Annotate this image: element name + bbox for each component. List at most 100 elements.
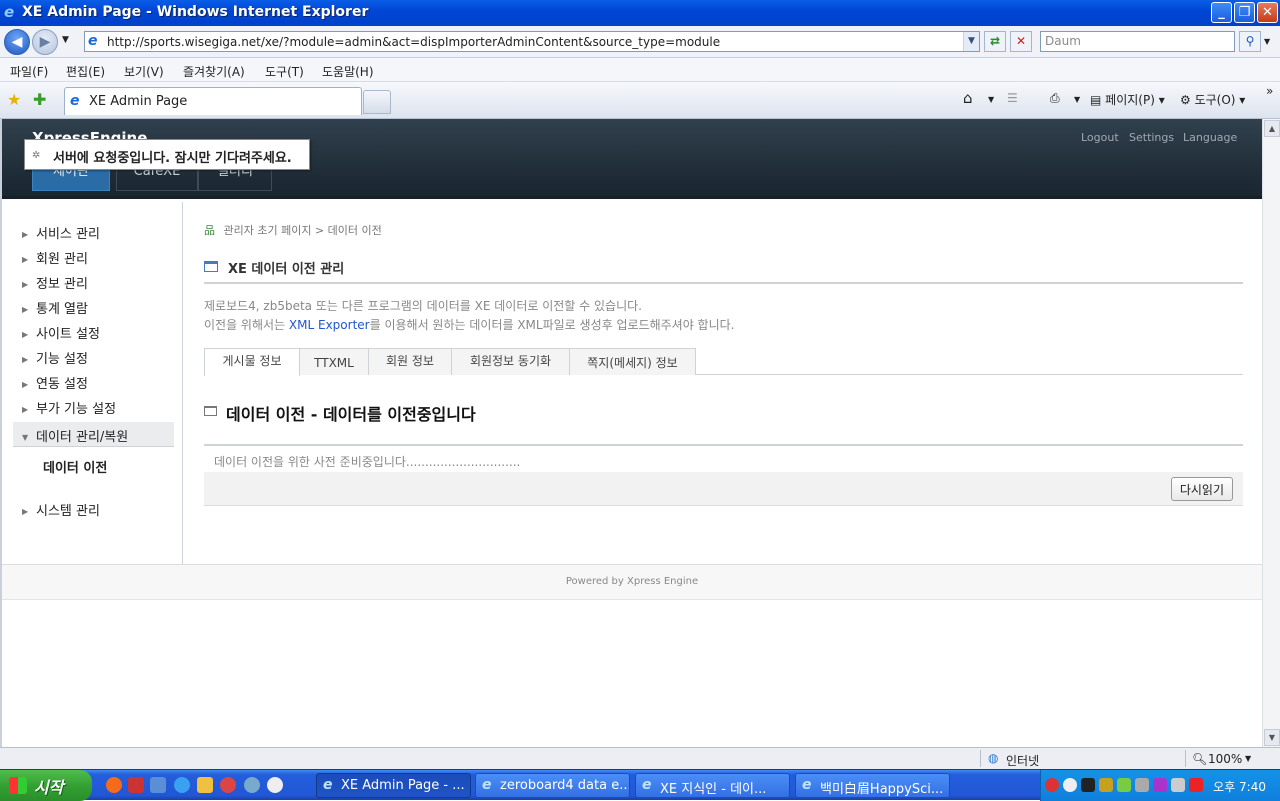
tray-icon[interactable] xyxy=(1117,778,1131,792)
sidebar-item-system[interactable]: ▶ 시스템 관리 xyxy=(22,500,100,519)
quicklaunch-app-icon[interactable] xyxy=(197,777,213,793)
print-dropdown-icon[interactable]: ▼ xyxy=(1074,95,1080,104)
clock[interactable]: 오후 7:40 xyxy=(1213,778,1266,795)
refresh-button[interactable]: ⇄ xyxy=(984,31,1006,52)
tab-document-info[interactable]: 게시물 정보 xyxy=(204,348,300,376)
quicklaunch-app-icon[interactable] xyxy=(220,777,236,793)
sidebar-subitem-data-migration[interactable]: 데이터 이전 xyxy=(43,457,107,476)
forward-button[interactable]: ▶ xyxy=(32,29,58,55)
ie-icon: e xyxy=(802,777,812,793)
search-input[interactable]: Daum xyxy=(1040,31,1235,52)
menu-favorites[interactable]: 즐겨찾기(A) xyxy=(183,63,245,80)
xml-exporter-link[interactable]: XML Exporter xyxy=(289,318,370,332)
reload-button[interactable]: 다시읽기 xyxy=(1170,477,1233,501)
task-happyscience[interactable]: e 백미白眉HappySci... xyxy=(795,773,950,798)
task-xe-admin[interactable]: e XE Admin Page - ... xyxy=(316,773,471,798)
title-bar[interactable]: e XE Admin Page - Windows Internet Explo… xyxy=(0,0,1280,26)
tray-icon[interactable] xyxy=(1153,778,1167,792)
tray-icon[interactable] xyxy=(1081,778,1095,792)
more-tools-icon[interactable]: » xyxy=(1266,84,1273,98)
zoom-dropdown-icon[interactable]: ▼ xyxy=(1245,754,1251,763)
tray-icon[interactable] xyxy=(1189,778,1203,792)
settings-link[interactable]: Settings xyxy=(1129,131,1174,144)
menu-edit[interactable]: 편집(E) xyxy=(66,63,105,80)
quicklaunch-app-icon[interactable] xyxy=(106,777,122,793)
task-zeroboard[interactable]: e zeroboard4 data e... xyxy=(475,773,630,798)
menu-view[interactable]: 보기(V) xyxy=(124,63,164,80)
quicklaunch-app-icon[interactable] xyxy=(128,777,144,793)
maximize-button[interactable]: ❐ xyxy=(1234,2,1255,23)
ie-icon: e xyxy=(642,777,652,793)
address-dropdown-icon[interactable]: ▼ xyxy=(963,32,979,51)
tray-icon[interactable] xyxy=(1045,778,1059,792)
breadcrumb-current[interactable]: 데이터 이전 xyxy=(328,224,382,237)
breadcrumb-root[interactable]: 관리자 초기 페이지 xyxy=(224,224,312,237)
breadcrumb: 品 관리자 초기 페이지 > 데이터 이전 xyxy=(204,224,382,237)
sidebar-item-integration[interactable]: ▶ 연동 설정 xyxy=(22,373,88,392)
sidebar-item-addons[interactable]: ▶ 부가 기능 설정 xyxy=(22,398,116,417)
page-menu[interactable]: ▤ 페이지(P) ▾ xyxy=(1090,91,1165,108)
home-dropdown-icon[interactable]: ▼ xyxy=(988,95,994,104)
windows-flag-icon xyxy=(9,777,27,794)
tab-xe-admin[interactable]: e XE Admin Page xyxy=(64,87,362,115)
window-title: XE Admin Page - Windows Internet Explore… xyxy=(22,4,369,20)
rss-feed-icon[interactable]: ☰ xyxy=(1007,91,1018,105)
menu-file[interactable]: 파일(F) xyxy=(10,63,48,80)
quicklaunch-app-icon[interactable] xyxy=(267,777,283,793)
zoom-level[interactable]: 100% xyxy=(1208,752,1242,766)
zoom-icon[interactable]: 🔍︎ xyxy=(1192,752,1207,766)
tab-title: XE Admin Page xyxy=(89,94,188,109)
tab-ttxml[interactable]: TTXML xyxy=(299,348,369,375)
url-text[interactable]: http://sports.wisegiga.net/xe/?module=ad… xyxy=(107,35,720,49)
stop-button[interactable]: ✕ xyxy=(1010,31,1032,52)
expand-arrow-icon: ▶ xyxy=(22,405,29,414)
quicklaunch-app-icon[interactable] xyxy=(150,777,166,793)
search-options-icon[interactable]: ▼ xyxy=(1264,37,1270,46)
language-link[interactable]: Language xyxy=(1183,131,1237,144)
tray-icon[interactable] xyxy=(1099,778,1113,792)
sidebar-item-site[interactable]: ▶ 사이트 설정 xyxy=(22,323,100,342)
print-icon[interactable]: ⎙ xyxy=(1050,91,1060,106)
sidebar-item-stats[interactable]: ▶ 통계 열람 xyxy=(22,298,88,317)
tray-icon[interactable] xyxy=(1063,778,1077,792)
minimize-button[interactable]: _ xyxy=(1211,2,1232,23)
back-button[interactable]: ◀ xyxy=(4,29,30,55)
task-xe-jisikin[interactable]: e XE 지식인 - 데이... xyxy=(635,773,790,798)
sidebar-item-service[interactable]: ▶ 서비스 관리 xyxy=(22,223,100,242)
tab-message-info[interactable]: 쪽지(메세지) 정보 xyxy=(569,348,696,375)
migration-tabs: 게시물 정보 TTXML 회원 정보 회원정보 동기화 쪽지(메세지) 정보 xyxy=(204,348,1243,376)
tray-icon[interactable] xyxy=(1135,778,1149,792)
quicklaunch-ie-icon[interactable] xyxy=(174,777,190,793)
menu-tools[interactable]: 도구(T) xyxy=(265,63,304,80)
add-favorite-icon[interactable]: ✚ xyxy=(33,90,46,109)
menu-help[interactable]: 도움말(H) xyxy=(322,63,374,80)
logout-link[interactable]: Logout xyxy=(1081,131,1119,144)
search-button[interactable]: ⚲ xyxy=(1239,31,1261,52)
sidebar-item-member[interactable]: ▶ 회원 관리 xyxy=(22,248,88,267)
tools-menu[interactable]: ⚙ 도구(O) ▾ xyxy=(1180,91,1245,108)
start-button[interactable]: 시작 xyxy=(0,770,92,801)
ie-icon: e xyxy=(323,777,333,793)
scroll-down-icon[interactable]: ▼ xyxy=(1264,729,1280,746)
favorites-star-icon[interactable]: ★ xyxy=(7,90,21,109)
navigation-bar: ◀ ▶ ▼ e http://sports.wisegiga.net/xe/?m… xyxy=(0,26,1280,58)
sidebar-item-info[interactable]: ▶ 정보 관리 xyxy=(22,273,88,292)
home-icon[interactable]: ⌂ xyxy=(963,89,973,107)
sidebar-item-features[interactable]: ▶ 기능 설정 xyxy=(22,348,88,367)
sidebar-item-data-manage[interactable]: ▼ 데이터 관리/복원 xyxy=(22,426,128,445)
tab-member-sync[interactable]: 회원정보 동기화 xyxy=(451,348,570,375)
tray-icon[interactable] xyxy=(1171,778,1185,792)
address-bar[interactable]: e http://sports.wisegiga.net/xe/?module=… xyxy=(84,31,980,52)
vertical-scrollbar[interactable]: ▲ ▼ xyxy=(1262,119,1280,747)
loading-message: ✲ 서버에 요청중입니다. 잠시만 기다려주세요. xyxy=(24,139,310,170)
main-content: 品 관리자 초기 페이지 > 데이터 이전 XE 데이터 이전 관리 제로보드4… xyxy=(204,202,1244,564)
history-dropdown-icon[interactable]: ▼ xyxy=(62,35,69,45)
close-button[interactable]: ✕ xyxy=(1257,2,1278,23)
scroll-up-icon[interactable]: ▲ xyxy=(1264,120,1280,137)
ie-window: e XE Admin Page - Windows Internet Explo… xyxy=(0,0,1280,801)
quicklaunch-app-icon[interactable] xyxy=(244,777,260,793)
new-tab-button[interactable] xyxy=(363,90,391,114)
xe-header: XpressEngine Logout Settings Language 제어… xyxy=(2,119,1262,199)
globe-icon: ◍ xyxy=(988,751,999,765)
tab-member-info[interactable]: 회원 정보 xyxy=(368,348,452,375)
